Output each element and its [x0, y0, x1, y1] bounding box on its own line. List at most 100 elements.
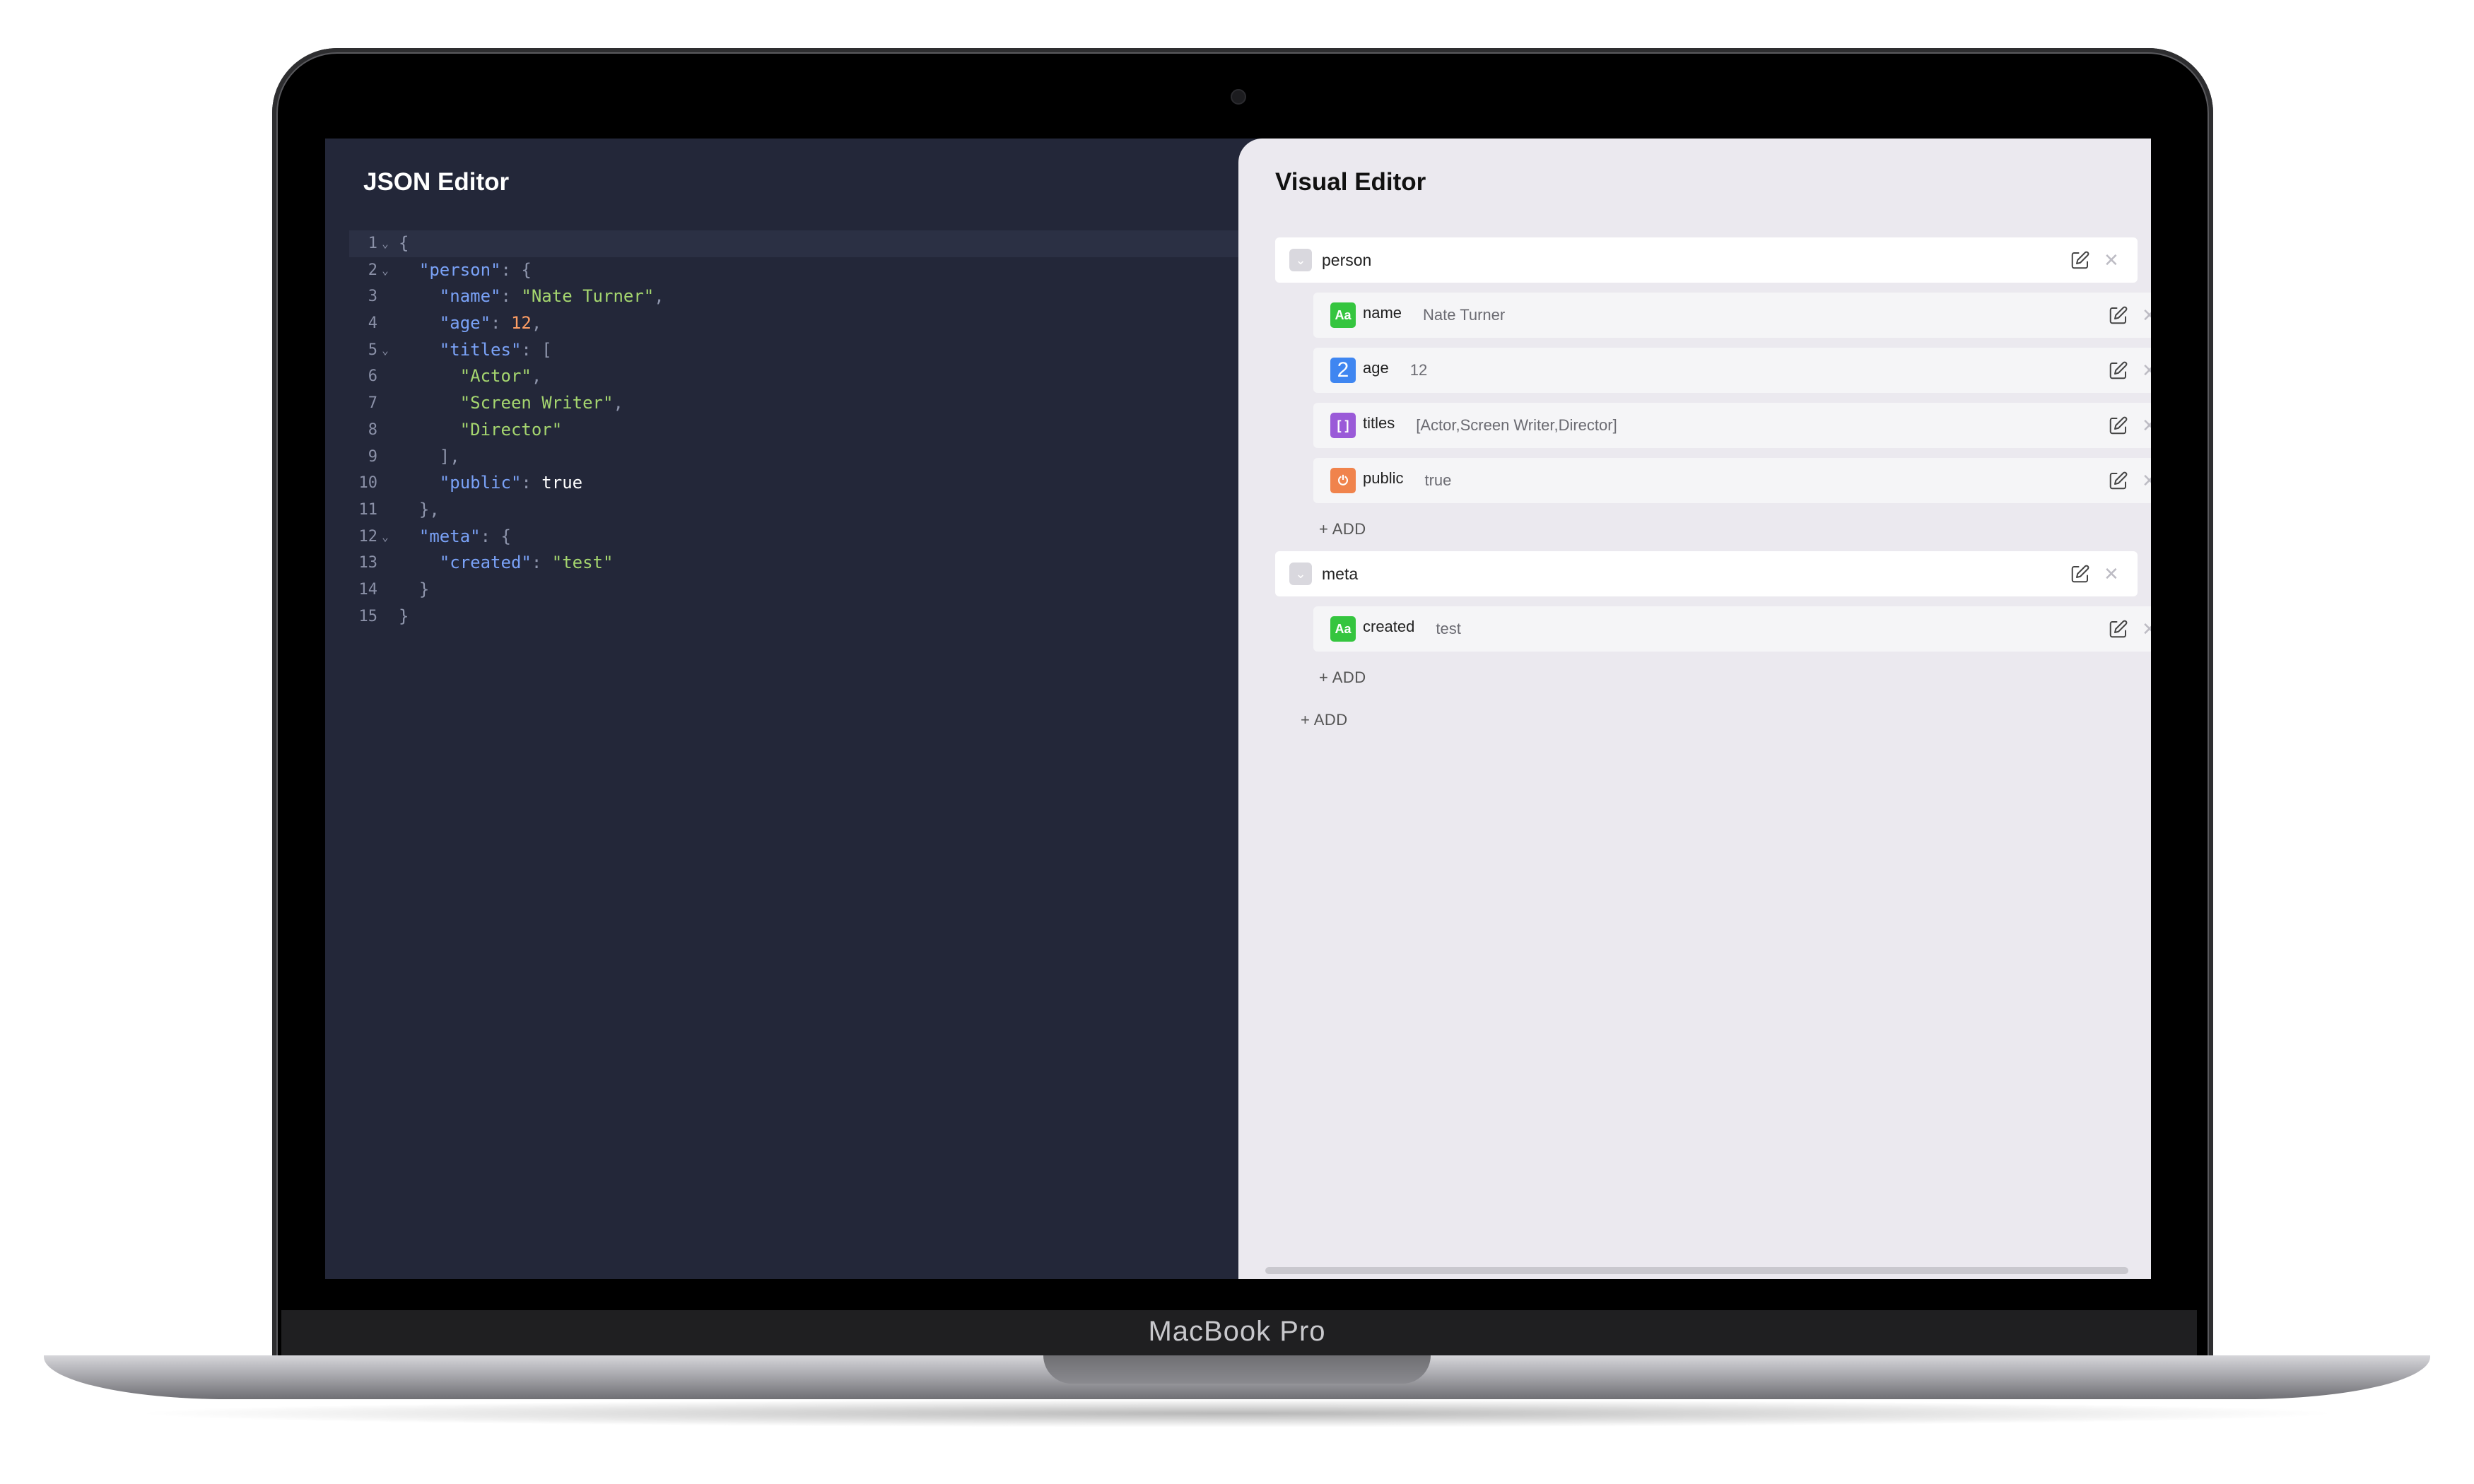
field-value[interactable]: [Actor,Screen Writer,Director]: [1416, 416, 1617, 435]
code-text: "Director": [459, 419, 563, 440]
field-value[interactable]: Nate Turner: [1423, 306, 1505, 324]
edit-icon[interactable]: [2106, 358, 2130, 382]
line-number: 1: [368, 235, 377, 252]
code-line[interactable]: 9 ],: [349, 444, 1238, 471]
line-number: 4: [368, 314, 377, 333]
code-editor[interactable]: 1 ⌄{2 ⌄ "person": {3 "name": "Nate Turner"…: [349, 230, 1238, 630]
code-text: "age": 12,: [439, 313, 542, 334]
field-value[interactable]: true: [1424, 471, 1451, 490]
fold-gutter: [377, 444, 393, 471]
field-key-label: age: [1363, 359, 1389, 377]
edit-icon[interactable]: [2068, 248, 2092, 272]
fold-gutter: [377, 390, 393, 417]
code-line[interactable]: 1 ⌄ {: [349, 230, 1238, 257]
json-editor-pane: JSON Editor 1 ⌄{2 ⌄ "person": {3 "name": "…: [325, 139, 1238, 1279]
fold-gutter: [377, 577, 393, 603]
line-number: 9: [368, 447, 377, 466]
code-line[interactable]: 14 }: [349, 577, 1238, 603]
code-text: },: [418, 499, 440, 519]
code-line[interactable]: 12 ⌄ "meta": {: [349, 524, 1238, 550]
field-key-label: name: [1363, 304, 1402, 322]
object-row-meta[interactable]: ⌄ meta ✕: [1275, 551, 2138, 596]
line-number: 5: [368, 341, 377, 359]
field-row-titles[interactable]: [ ] titles [Actor,Screen Writer,Director] ✕: [1313, 403, 2151, 448]
code-text: }: [418, 579, 430, 599]
delete-icon[interactable]: ✕: [2142, 618, 2151, 640]
line-number: 7: [368, 394, 377, 413]
field-row-public[interactable]: ⏻ public true ✕: [1313, 458, 2151, 503]
field-row-name[interactable]: Aa name Nate Turner ✕: [1313, 293, 2151, 338]
delete-icon[interactable]: ✕: [2104, 249, 2119, 271]
number-type-icon: 2: [1330, 358, 1356, 383]
fold-gutter: [377, 283, 393, 310]
fold-chevron-icon[interactable]: ⌄: [377, 230, 393, 257]
fold-gutter: [377, 310, 393, 337]
field-value[interactable]: 12: [1410, 361, 1427, 379]
code-text: ],: [439, 446, 460, 466]
fold-chevron-icon[interactable]: ⌄: [377, 337, 393, 364]
field-row-created[interactable]: Aa created test ✕: [1313, 606, 2151, 652]
field-key-label: created: [1363, 618, 1415, 635]
line-number: 6: [368, 367, 377, 386]
visual-editor-pane: Visual Editor ⌄ person ✕ Aa name Nate Turner ✕…: [1238, 139, 2151, 1279]
line-number: 15: [358, 607, 378, 625]
camera-icon: [1231, 89, 1246, 105]
horizontal-scrollbar[interactable]: [1265, 1267, 2128, 1274]
code-line[interactable]: 10 "public": true: [349, 470, 1238, 497]
code-line[interactable]: 4 "age": 12,: [349, 310, 1238, 337]
fold-chevron-icon[interactable]: ⌄: [377, 524, 393, 550]
edit-icon[interactable]: [2106, 303, 2130, 327]
delete-icon[interactable]: ✕: [2142, 415, 2151, 437]
code-text: "created": "test": [439, 553, 614, 573]
code-line[interactable]: 15}: [349, 603, 1238, 630]
line-number: 13: [358, 554, 378, 572]
delete-icon[interactable]: ✕: [2104, 563, 2119, 585]
code-text: "meta": {: [418, 526, 511, 546]
code-text: {: [399, 233, 409, 253]
code-text: }: [399, 606, 409, 626]
code-text: "person": {: [418, 259, 532, 280]
code-line[interactable]: 8 "Director": [349, 417, 1238, 444]
field-row-age[interactable]: 2 age 12 ✕: [1313, 348, 2151, 393]
object-key-label: person: [1322, 250, 1372, 269]
line-number: 8: [368, 420, 377, 439]
laptop-notch: [1043, 1355, 1431, 1384]
code-text: "public": true: [439, 473, 583, 493]
json-editor-title: JSON Editor: [363, 168, 510, 196]
code-line[interactable]: 13 "created": "test": [349, 550, 1238, 577]
visual-editor-title: Visual Editor: [1275, 168, 1426, 196]
code-text: "name": "Nate Turner",: [439, 286, 664, 307]
field-key-label: public: [1363, 469, 1404, 487]
code-line[interactable]: 2 ⌄ "person": {: [349, 257, 1238, 284]
fold-gutter: [377, 470, 393, 497]
line-number: 10: [358, 474, 378, 493]
object-key-label: meta: [1322, 564, 1359, 583]
collapse-chevron-icon[interactable]: ⌄: [1289, 249, 1312, 271]
code-text: "Screen Writer",: [459, 393, 623, 413]
string-type-icon: Aa: [1330, 302, 1356, 328]
delete-icon[interactable]: ✕: [2142, 305, 2151, 326]
collapse-chevron-icon[interactable]: ⌄: [1289, 563, 1312, 585]
field-value[interactable]: test: [1436, 620, 1460, 638]
app-screen: JSON Editor 1 ⌄{2 ⌄ "person": {3 "name": "…: [325, 139, 2151, 1279]
laptop-shadow: [127, 1399, 2347, 1427]
edit-icon[interactable]: [2106, 413, 2130, 437]
code-line[interactable]: 6 "Actor",: [349, 363, 1238, 390]
line-number: 14: [358, 580, 378, 599]
edit-icon[interactable]: [2106, 469, 2130, 493]
field-key-label: titles: [1363, 414, 1395, 432]
add-root-field-button[interactable]: + ADD: [1301, 711, 1348, 729]
object-row-person[interactable]: ⌄ person ✕: [1275, 237, 2138, 283]
add-field-button-person[interactable]: + ADD: [1319, 520, 1366, 538]
code-line[interactable]: 11 },: [349, 497, 1238, 524]
string-type-icon: Aa: [1330, 616, 1356, 642]
delete-icon[interactable]: ✕: [2142, 360, 2151, 382]
fold-chevron-icon[interactable]: ⌄: [377, 257, 393, 284]
code-line[interactable]: 3 "name": "Nate Turner",: [349, 283, 1238, 310]
edit-icon[interactable]: [2106, 617, 2130, 641]
delete-icon[interactable]: ✕: [2142, 470, 2151, 492]
code-line[interactable]: 5 ⌄ "titles": [: [349, 337, 1238, 364]
add-field-button-meta[interactable]: + ADD: [1319, 669, 1366, 687]
code-line[interactable]: 7 "Screen Writer",: [349, 390, 1238, 417]
edit-icon[interactable]: [2068, 562, 2092, 586]
